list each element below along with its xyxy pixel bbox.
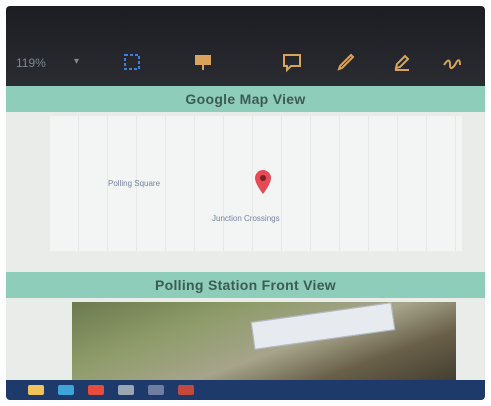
taskbar-pdf-icon[interactable]: [178, 385, 194, 395]
zoom-level[interactable]: 119%: [16, 56, 46, 70]
pdf-toolbar: 119% ▾: [6, 6, 485, 86]
select-icon: [124, 54, 140, 70]
taskbar-chrome-icon[interactable]: [88, 385, 104, 395]
map-label-bottom: Junction Crossings: [212, 214, 280, 223]
taskbar: [6, 380, 485, 400]
taskbar-folder-icon[interactable]: [28, 385, 44, 395]
comment-button[interactable]: [278, 50, 306, 74]
highlighter-button[interactable]: [388, 50, 416, 74]
taskbar-browser-icon[interactable]: [58, 385, 74, 395]
presentation-button[interactable]: [189, 50, 217, 74]
pen-icon: [337, 53, 355, 71]
taskbar-app2-icon[interactable]: [148, 385, 164, 395]
highlighter-icon: [394, 54, 410, 71]
screen: 119% ▾ Google Map View Polling Square Ju…: [6, 6, 485, 400]
signature-icon: [443, 59, 461, 70]
select-tool-button[interactable]: [118, 50, 146, 74]
pen-button[interactable]: [332, 50, 360, 74]
taskbar-app-icon[interactable]: [118, 385, 134, 395]
front-view-section-title: Polling Station Front View: [6, 272, 485, 298]
station-sign: [250, 302, 396, 350]
map-pin-icon: [255, 170, 271, 194]
presentation-icon: [195, 55, 211, 70]
map-label-left: Polling Square: [108, 179, 161, 188]
comment-icon: [283, 54, 301, 73]
signature-button[interactable]: [438, 50, 466, 74]
polling-station-photo: [72, 302, 456, 386]
map-section-title: Google Map View: [6, 86, 485, 112]
zoom-dropdown-icon[interactable]: ▾: [74, 56, 79, 67]
